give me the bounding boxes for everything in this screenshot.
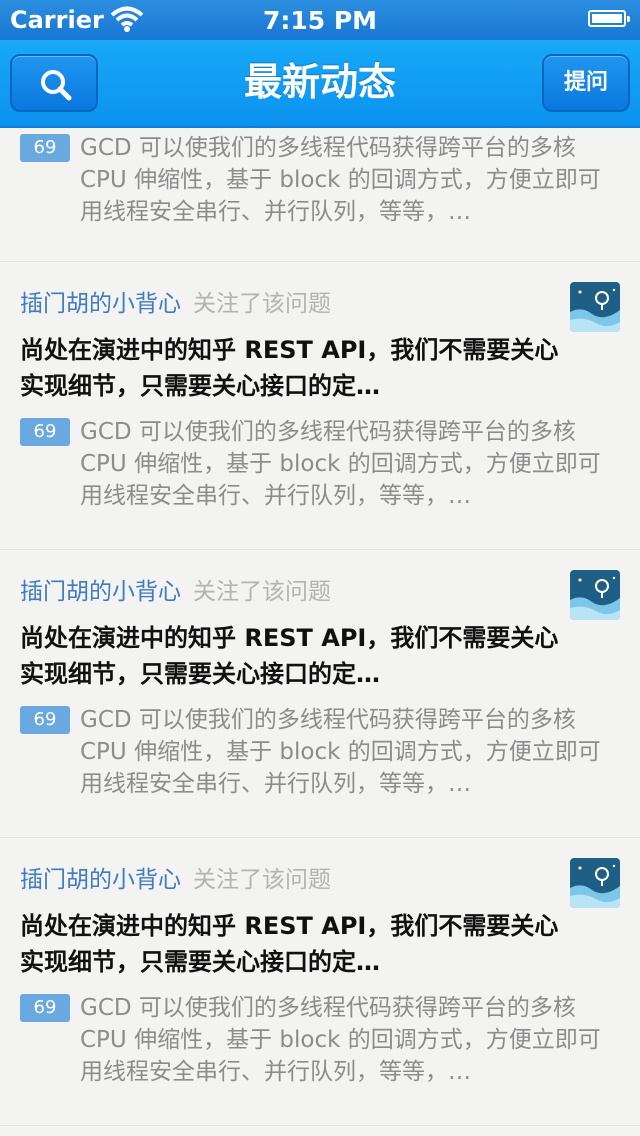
search-button[interactable] bbox=[10, 54, 98, 112]
vote-count-badge: 69 bbox=[20, 418, 70, 446]
answer-excerpt[interactable]: GCD 可以使我们的多线程代码获得跨平台的多核 CPU 伸缩性，基于 block… bbox=[80, 992, 620, 1088]
status-bar: Carrier 7:15 PM bbox=[0, 0, 640, 40]
vote-count-badge: 69 bbox=[20, 994, 70, 1022]
user-name-link[interactable]: 插门胡的小背心 bbox=[20, 579, 181, 605]
list-item[interactable]: 插门胡的小背心 关注了该问题 尚处在演进中的知乎 REST API，我们不需要关心… bbox=[0, 262, 640, 550]
activity-meta: 插门胡的小背心 关注了该问题 bbox=[20, 860, 331, 894]
activity-action: 关注了该问题 bbox=[193, 579, 331, 605]
avatar[interactable] bbox=[570, 570, 620, 620]
question-title[interactable]: 尚处在演进中的知乎 REST API，我们不需要关心实现细节，只需要关心接口的定… bbox=[20, 332, 560, 404]
vote-count-badge: 69 bbox=[20, 706, 70, 734]
answer-excerpt: GCD 可以使我们的多线程代码获得跨平台的多核 CPU 伸缩性，基于 block… bbox=[80, 135, 601, 225]
avatar[interactable] bbox=[570, 858, 620, 908]
answer-excerpt[interactable]: GCD 可以使我们的多线程代码获得跨平台的多核 CPU 伸缩性，基于 block… bbox=[80, 704, 620, 800]
activity-action: 关注了该问题 bbox=[193, 291, 331, 317]
question-title[interactable]: 尚处在演进中的知乎 REST API，我们不需要关心实现细节，只需要关心接口的定… bbox=[20, 620, 560, 692]
activity-meta: 插门胡的小背心 关注了该问题 bbox=[20, 572, 331, 606]
search-icon bbox=[41, 70, 72, 101]
list-item[interactable]: 69 GCD 可以使我们的多线程代码获得跨平台的多核 CPU 伸缩性，基于 bl… bbox=[0, 128, 640, 262]
clock: 7:15 PM bbox=[262, 6, 378, 35]
feed-list: 69 GCD 可以使我们的多线程代码获得跨平台的多核 CPU 伸缩性，基于 bl… bbox=[0, 128, 640, 1126]
question-title[interactable]: 尚处在演进中的知乎 REST API，我们不需要关心实现细节，只需要关心接口的定… bbox=[20, 908, 560, 980]
user-name-link[interactable]: 插门胡的小背心 bbox=[20, 867, 181, 893]
list-item[interactable]: 插门胡的小背心 关注了该问题 尚处在演进中的知乎 REST API，我们不需要关心… bbox=[0, 550, 640, 838]
user-name-link[interactable]: 插门胡的小背心 bbox=[20, 291, 181, 317]
ask-button[interactable]: 提问 bbox=[542, 54, 630, 112]
navigation-bar: 最新动态 提问 bbox=[0, 40, 640, 128]
activity-meta: 插门胡的小背心 关注了该问题 bbox=[20, 284, 331, 318]
battery-icon bbox=[588, 10, 630, 27]
activity-action: 关注了该问题 bbox=[193, 867, 331, 893]
list-item[interactable]: 插门胡的小背心 关注了该问题 尚处在演进中的知乎 REST API，我们不需要关心… bbox=[0, 838, 640, 1126]
answer-excerpt[interactable]: GCD 可以使我们的多线程代码获得跨平台的多核 CPU 伸缩性，基于 block… bbox=[80, 416, 620, 512]
avatar[interactable] bbox=[570, 282, 620, 332]
vote-count-badge: 69 bbox=[20, 134, 70, 162]
